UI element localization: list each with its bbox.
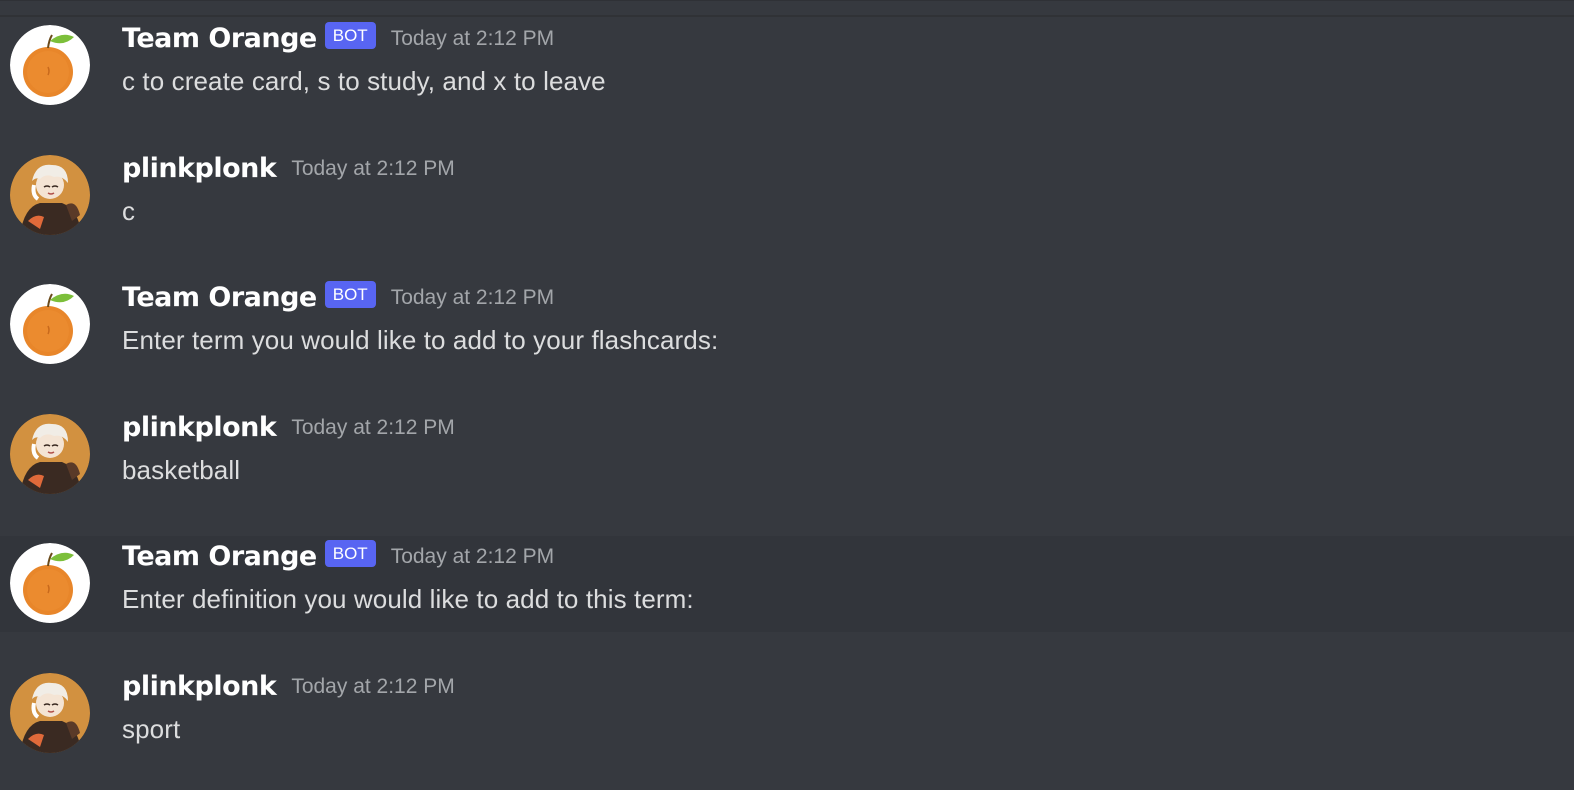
- message-item[interactable]: Team Orange BOT Today at 2:12 PM Enter def…: [0, 536, 1574, 632]
- bot-tag: BOT: [324, 540, 376, 567]
- timestamp: Today at 2:12 PM: [390, 26, 555, 50]
- message-content: Enter definition you would like to add t…: [122, 584, 694, 614]
- anime-character-avatar-icon[interactable]: [10, 414, 90, 494]
- orange-avatar-icon[interactable]: [10, 284, 90, 364]
- message-content: basketball: [122, 455, 241, 485]
- timestamp: Today at 2:12 PM: [390, 285, 555, 309]
- message-content: sport: [122, 714, 181, 744]
- message-header: plinkplonk Today at 2:12 PM: [122, 671, 455, 711]
- message-header: plinkplonk Today at 2:12 PM: [122, 412, 455, 452]
- bot-tag: BOT: [324, 281, 376, 308]
- message-item[interactable]: Team Orange BOT Today at 2:12 PM c to crea…: [0, 18, 1574, 114]
- bot-tag: BOT: [324, 22, 376, 49]
- username[interactable]: Team Orange: [122, 282, 317, 313]
- timestamp: Today at 2:12 PM: [291, 156, 455, 180]
- message-item[interactable]: Team Orange BOT Today at 2:12 PM Enter ter…: [0, 277, 1574, 373]
- message-header: Team Orange BOT Today at 2:12 PM: [122, 22, 555, 63]
- username[interactable]: Team Orange: [122, 541, 317, 572]
- chat-messages-pane: Team Orange BOT Today at 2:12 PM c to crea…: [0, 0, 1574, 790]
- message-header: Team Orange BOT Today at 2:12 PM: [122, 281, 555, 322]
- message-header: plinkplonk Today at 2:12 PM: [122, 153, 455, 193]
- message-content: c to create card, s to study, and x to l…: [122, 66, 606, 96]
- timestamp: Today at 2:12 PM: [291, 674, 455, 698]
- message-item[interactable]: plinkplonk Today at 2:12 PM basketball: [0, 407, 1574, 503]
- top-divider: [0, 1, 1574, 17]
- message-content: Enter term you would like to add to your…: [122, 325, 719, 355]
- timestamp: Today at 2:12 PM: [291, 415, 455, 439]
- orange-avatar-icon[interactable]: [10, 543, 90, 623]
- orange-avatar-icon[interactable]: [10, 25, 90, 105]
- username[interactable]: Team Orange: [122, 23, 317, 54]
- anime-character-avatar-icon[interactable]: [10, 673, 90, 753]
- message-header: Team Orange BOT Today at 2:12 PM: [122, 540, 555, 581]
- username[interactable]: plinkplonk: [122, 671, 277, 702]
- username[interactable]: plinkplonk: [122, 153, 277, 184]
- message-content: c: [122, 196, 136, 226]
- username[interactable]: plinkplonk: [122, 412, 277, 443]
- message-item[interactable]: plinkplonk Today at 2:12 PM c: [0, 148, 1574, 244]
- anime-character-avatar-icon[interactable]: [10, 155, 90, 235]
- message-item[interactable]: plinkplonk Today at 2:12 PM sport: [0, 666, 1574, 762]
- timestamp: Today at 2:12 PM: [390, 544, 555, 568]
